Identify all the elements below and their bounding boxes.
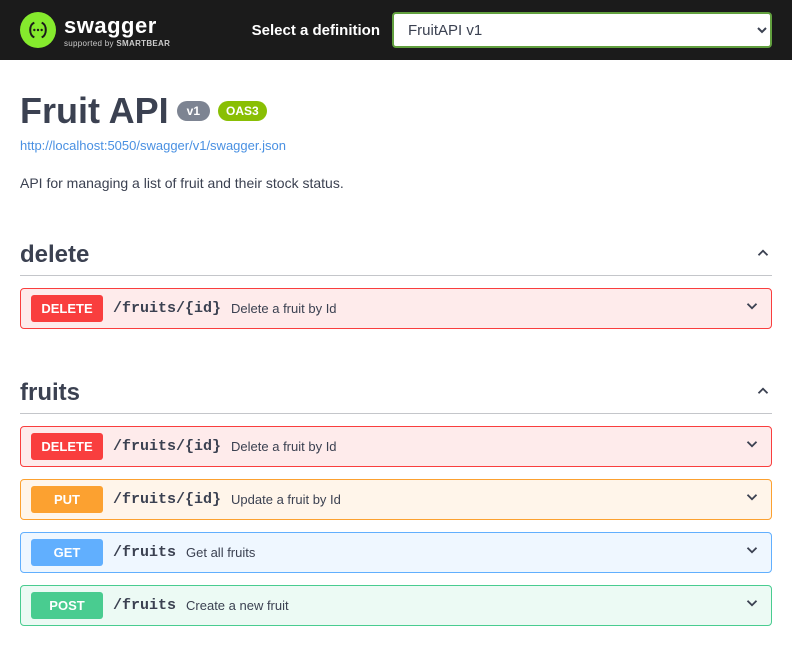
operation-path: /fruits: [113, 597, 176, 614]
tag-name: fruits: [20, 379, 80, 407]
page-title: Fruit API: [20, 90, 169, 132]
operation-path: /fruits: [113, 544, 176, 561]
operation-row[interactable]: DELETE/fruits/{id} Delete a fruit by Id: [20, 426, 772, 467]
swagger-logo-icon: [20, 12, 56, 48]
chevron-down-icon: [743, 541, 761, 564]
http-method-badge: DELETE: [31, 295, 103, 322]
operation-row[interactable]: GET/fruits Get all fruits: [20, 532, 772, 573]
operation-path: /fruits/{id}: [113, 491, 221, 508]
chevron-down-icon: [743, 488, 761, 511]
spec-url-link[interactable]: http://localhost:5050/swagger/v1/swagger…: [20, 138, 286, 153]
brand-logo[interactable]: swagger supported by SMARTBEAR: [20, 12, 170, 48]
oas-badge: OAS3: [218, 101, 267, 121]
operation-summary: Get all fruits: [186, 545, 255, 560]
operation-summary: Update a fruit by Id: [231, 492, 341, 507]
definition-select[interactable]: FruitAPI v1: [392, 12, 772, 48]
content-area: Fruit API v1 OAS3 http://localhost:5050/…: [0, 60, 792, 656]
brand-name: swagger: [64, 13, 170, 39]
tag-header[interactable]: delete: [20, 241, 772, 276]
chevron-up-icon: [754, 382, 772, 405]
chevron-down-icon: [743, 594, 761, 617]
brand-subtitle: supported by SMARTBEAR: [64, 39, 170, 48]
definition-select-wrapper: FruitAPI v1: [392, 12, 772, 48]
http-method-badge: PUT: [31, 486, 103, 513]
title-row: Fruit API v1 OAS3: [20, 90, 772, 132]
chevron-down-icon: [743, 435, 761, 458]
operation-summary: Create a new fruit: [186, 598, 289, 613]
tag-section: delete DELETE/fruits/{id} Delete a fruit b…: [20, 241, 772, 329]
tag-header[interactable]: fruits: [20, 379, 772, 414]
tag-name: delete: [20, 241, 89, 269]
http-method-badge: POST: [31, 592, 103, 619]
http-method-badge: GET: [31, 539, 103, 566]
operation-row[interactable]: DELETE/fruits/{id} Delete a fruit by Id: [20, 288, 772, 329]
operation-path: /fruits/{id}: [113, 438, 221, 455]
operation-summary: Delete a fruit by Id: [231, 439, 337, 454]
topbar: swagger supported by SMARTBEAR Select a …: [0, 0, 792, 60]
operation-row[interactable]: POST/fruits Create a new fruit: [20, 585, 772, 626]
definition-select-label: Select a definition: [252, 22, 380, 39]
http-method-badge: DELETE: [31, 433, 103, 460]
operation-row[interactable]: PUT/fruits/{id} Update a fruit by Id: [20, 479, 772, 520]
version-badge: v1: [177, 101, 210, 121]
api-description: API for managing a list of fruit and the…: [20, 175, 772, 191]
operation-summary: Delete a fruit by Id: [231, 301, 337, 316]
tag-section: fruits DELETE/fruits/{id} Delete a fruit b…: [20, 379, 772, 626]
chevron-down-icon: [743, 297, 761, 320]
operation-path: /fruits/{id}: [113, 300, 221, 317]
chevron-up-icon: [754, 244, 772, 267]
brand-text: swagger supported by SMARTBEAR: [64, 13, 170, 48]
